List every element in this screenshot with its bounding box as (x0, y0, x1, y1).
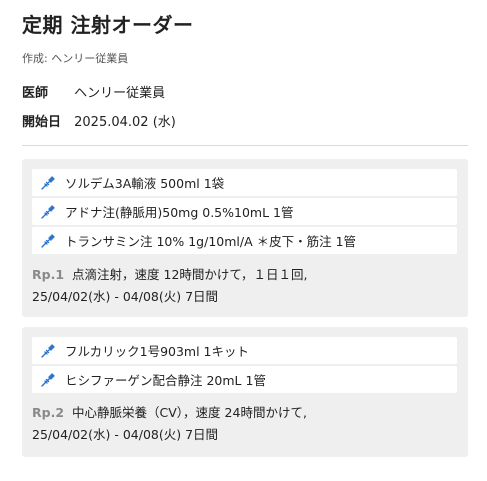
page-title: 定期 注射オーダー (22, 13, 194, 37)
period-text: 25/04/02(水) - 04/08(火) 7日間 (32, 427, 219, 442)
syringe-icon (40, 343, 56, 359)
author-line: 作成: ヘンリー従業員 (22, 52, 129, 65)
rp-number: Rp.2 (32, 405, 65, 420)
syringe-icon (40, 175, 56, 191)
divider (22, 145, 468, 146)
start-date-value: 2025.04.02 (水) (74, 115, 176, 130)
drug-list: フルカリック1号903ml 1キット ヒシファーゲン配合静注 20mL 1管 (32, 337, 457, 395)
drug-label: アドナ注(静脈用)50mg 0.5%10mL 1管 (65, 205, 294, 220)
prescription-description: Rp.2 中心静脈栄養（CV），速度 24時間かけて, 25/04/02(水) -… (32, 402, 307, 446)
drug-label: ソルデム3A輸液 500ml 1袋 (65, 176, 225, 191)
instructions-line: Rp.1 点滴注射，速度 12時間かけて，１日１回, (32, 264, 308, 286)
doctor-value: ヘンリー従業員 (74, 86, 166, 101)
syringe-icon (40, 372, 56, 388)
drug-label: ヒシファーゲン配合静注 20mL 1管 (65, 373, 266, 388)
prescription-block-rp1: ソルデム3A輸液 500ml 1袋 アドナ注(静脈用)50mg 0.5%10mL… (22, 159, 468, 317)
instructions-line: Rp.2 中心静脈栄養（CV），速度 24時間かけて, (32, 402, 307, 424)
period-text: 25/04/02(水) - 04/08(火) 7日間 (32, 289, 219, 304)
instructions-text: 点滴注射，速度 12時間かけて，１日１回, (72, 267, 308, 282)
drug-item[interactable]: アドナ注(静脈用)50mg 0.5%10mL 1管 (32, 198, 457, 225)
drug-label: トランサミン注 10% 1g/10ml/A ＊皮下・筋注 1管 (65, 234, 357, 249)
syringe-icon (40, 233, 56, 249)
doctor-row: 医師 ヘンリー従業員 (22, 82, 165, 101)
prescription-description: Rp.1 点滴注射，速度 12時間かけて，１日１回, 25/04/02(水) - … (32, 264, 308, 308)
drug-item[interactable]: トランサミン注 10% 1g/10ml/A ＊皮下・筋注 1管 (32, 227, 457, 254)
rp-number: Rp.1 (32, 267, 65, 282)
prescription-block-rp2: フルカリック1号903ml 1キット ヒシファーゲン配合静注 20mL 1管 R… (22, 327, 468, 457)
start-date-label: 開始日 (22, 115, 62, 130)
drug-list: ソルデム3A輸液 500ml 1袋 アドナ注(静脈用)50mg 0.5%10mL… (32, 169, 457, 256)
doctor-label: 医師 (22, 86, 49, 101)
drug-item[interactable]: ヒシファーゲン配合静注 20mL 1管 (32, 366, 457, 393)
syringe-icon (40, 204, 56, 220)
start-date-row: 開始日 2025.04.02 (水) (22, 111, 176, 130)
instructions-text: 中心静脈栄養（CV），速度 24時間かけて, (72, 405, 307, 420)
drug-item[interactable]: フルカリック1号903ml 1キット (32, 337, 457, 364)
drug-item[interactable]: ソルデム3A輸液 500ml 1袋 (32, 169, 457, 196)
drug-label: フルカリック1号903ml 1キット (65, 344, 250, 359)
